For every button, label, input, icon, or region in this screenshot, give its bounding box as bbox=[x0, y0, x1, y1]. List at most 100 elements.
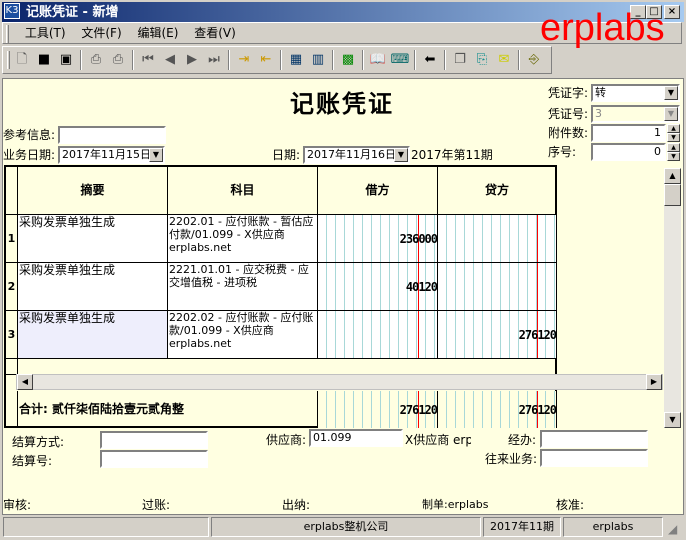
vertical-scrollbar[interactable]: ▲ ▼ bbox=[664, 168, 681, 428]
supplier-name: X供应商 erp bbox=[405, 433, 471, 447]
horizontal-scrollbar[interactable]: ◀ ▶ bbox=[16, 374, 663, 390]
supplier-input[interactable]: 01.099 bbox=[309, 429, 403, 447]
prev-icon[interactable]: ◀ bbox=[160, 50, 180, 70]
seq-spinner[interactable]: ▲ ▼ bbox=[667, 143, 680, 161]
chevron-down-icon[interactable]: ▼ bbox=[149, 148, 163, 162]
debit-cell[interactable]: 40120 bbox=[318, 263, 438, 311]
col-credit: 贷方 bbox=[438, 167, 557, 215]
col-debit: 借方 bbox=[318, 167, 438, 215]
save-new-icon[interactable]: ▣ bbox=[56, 50, 76, 70]
menu-file[interactable]: 文件(F) bbox=[81, 23, 121, 43]
ref-label: 参考信息: bbox=[3, 128, 56, 142]
scroll-up-icon[interactable]: ▲ bbox=[664, 168, 681, 184]
voucher-word-select[interactable]: 转 ▼ bbox=[591, 84, 680, 102]
seq-label: 序号: bbox=[548, 145, 577, 159]
summary-cell[interactable]: 采购发票单独生成 bbox=[18, 215, 168, 263]
menu-edit[interactable]: 编辑(E) bbox=[137, 23, 178, 43]
voucher-word-label: 凭证字: bbox=[548, 86, 589, 100]
date-value: 2017年11月16日 bbox=[307, 148, 396, 161]
business-input[interactable] bbox=[540, 449, 648, 467]
chevron-down-icon[interactable]: ▼ bbox=[394, 148, 408, 162]
handler-input[interactable] bbox=[540, 430, 648, 448]
summary-cell[interactable]: 采购发票单独生成 bbox=[18, 263, 168, 311]
account-cell[interactable]: 2202.01 - 应付账款 - 暂估应付款/01.099 - X供应商 erp… bbox=[168, 215, 318, 263]
delete-row-icon[interactable]: ⇤ bbox=[256, 50, 276, 70]
credit-cell[interactable]: 276120 bbox=[438, 311, 557, 359]
grid-icon[interactable]: ▩ bbox=[338, 50, 358, 70]
watermark: erplabs bbox=[540, 7, 665, 49]
scroll-down-icon[interactable]: ▼ bbox=[664, 412, 681, 428]
voucher-word-value: 转 bbox=[595, 86, 606, 99]
business-label: 往来业务: bbox=[485, 452, 538, 466]
last-icon[interactable]: ⏭ bbox=[204, 50, 224, 70]
date-label: 日期: bbox=[272, 148, 301, 162]
audit-label: 审核: bbox=[3, 498, 32, 512]
account-cell[interactable]: 2221.01.01 - 应交税费 - 应交增值税 - 进项税 bbox=[168, 263, 318, 311]
voucher-no-label: 凭证号: bbox=[548, 107, 589, 121]
credit-cell[interactable] bbox=[438, 263, 557, 311]
summary-cell[interactable]: 采购发票单独生成 bbox=[18, 311, 168, 359]
cashier-label: 出纳: bbox=[282, 498, 311, 512]
period-text: 2017年第11期 bbox=[411, 148, 493, 162]
save-icon[interactable]: ■ bbox=[34, 50, 54, 70]
menu-tools[interactable]: 工具(T) bbox=[25, 23, 66, 43]
attach-icon[interactable]: ⎘ bbox=[472, 50, 492, 70]
biz-date-picker[interactable]: 2017年11月15日 ▼ bbox=[58, 146, 165, 164]
scroll-left-icon[interactable]: ◀ bbox=[17, 374, 33, 390]
resize-grip-icon[interactable]: ◢ bbox=[668, 522, 677, 536]
mail-icon[interactable]: ✉ bbox=[494, 50, 514, 70]
new-icon[interactable]: 🗋 bbox=[12, 50, 32, 70]
voucher-no-value: 3 bbox=[595, 107, 602, 120]
date-picker[interactable]: 2017年11月16日 ▼ bbox=[303, 146, 410, 164]
total-debit: 276120 bbox=[318, 391, 438, 428]
debit-cell[interactable] bbox=[318, 311, 438, 359]
debit-cell[interactable]: 236000 bbox=[318, 215, 438, 263]
insert-row-icon[interactable]: ⇥ bbox=[234, 50, 254, 70]
post-label: 过账: bbox=[142, 498, 171, 512]
print-icon[interactable]: ⎙ bbox=[108, 50, 128, 70]
biz-date-label: 业务日期: bbox=[3, 148, 56, 162]
grip bbox=[6, 24, 9, 43]
status-company: erplabs整机公司 bbox=[211, 517, 481, 537]
total-label: 合计: 贰仟柒佰陆拾壹元贰角整 bbox=[18, 391, 318, 428]
next-icon[interactable]: ▶ bbox=[182, 50, 202, 70]
copy-icon[interactable]: ❐ bbox=[450, 50, 470, 70]
attach-input[interactable]: 1 bbox=[591, 124, 666, 142]
keyboard-icon[interactable]: ⌨ bbox=[390, 50, 410, 70]
total-credit: 276120 bbox=[438, 391, 557, 428]
ref-input[interactable] bbox=[58, 126, 166, 144]
app-icon: K3 bbox=[4, 3, 20, 19]
preview-icon[interactable]: ⎙ bbox=[86, 50, 106, 70]
back-arrow-icon[interactable]: ⬅ bbox=[420, 50, 440, 70]
status-blank bbox=[3, 517, 209, 537]
credit-cell[interactable] bbox=[438, 215, 557, 263]
chevron-down-icon[interactable]: ▼ bbox=[664, 86, 678, 100]
book-icon[interactable]: ▥ bbox=[308, 50, 328, 70]
toolbar: 🗋 ■ ▣ ⎙ ⎙ ⏮ ◀ ▶ ⏭ ⇥ ⇤ ▦ ▥ ▩ 📖 ⌨ ⬅ ❐ ⎘ ✉ … bbox=[2, 46, 552, 74]
exit-icon[interactable]: ⎆ bbox=[524, 50, 544, 70]
status-period: 2017年11期 bbox=[483, 517, 561, 537]
scroll-thumb[interactable] bbox=[664, 184, 681, 206]
close-button[interactable]: × bbox=[664, 5, 680, 19]
settle-no-label: 结算号: bbox=[12, 454, 53, 468]
menu-view[interactable]: 查看(V) bbox=[194, 23, 236, 43]
col-summary: 摘要 bbox=[18, 167, 168, 215]
calculator-icon[interactable]: ▦ bbox=[286, 50, 306, 70]
attach-spinner[interactable]: ▲ ▼ bbox=[667, 124, 680, 142]
settle-method-input[interactable] bbox=[100, 431, 208, 449]
first-icon[interactable]: ⏮ bbox=[138, 50, 158, 70]
window-title: 记账凭证 - 新增 bbox=[26, 5, 119, 20]
voucher-no-select: 3 ▼ bbox=[591, 105, 680, 123]
account-cell[interactable]: 2202.02 - 应付账款 - 应付账款/01.099 - X供应商 erpl… bbox=[168, 311, 318, 359]
seq-input[interactable]: 0 bbox=[591, 143, 666, 161]
open-book-icon[interactable]: 📖 bbox=[368, 50, 388, 70]
maker-label: 制单:erplabs bbox=[422, 498, 489, 511]
approve-label: 核准: bbox=[556, 498, 585, 512]
col-account: 科目 bbox=[168, 167, 318, 215]
settle-method-label: 结算方式: bbox=[12, 435, 65, 449]
settle-no-input[interactable] bbox=[100, 450, 208, 468]
scroll-right-icon[interactable]: ▶ bbox=[646, 374, 662, 390]
page-title: 记账凭证 bbox=[290, 89, 394, 118]
grip bbox=[7, 51, 10, 69]
biz-date-value: 2017年11月15日 bbox=[62, 148, 151, 161]
